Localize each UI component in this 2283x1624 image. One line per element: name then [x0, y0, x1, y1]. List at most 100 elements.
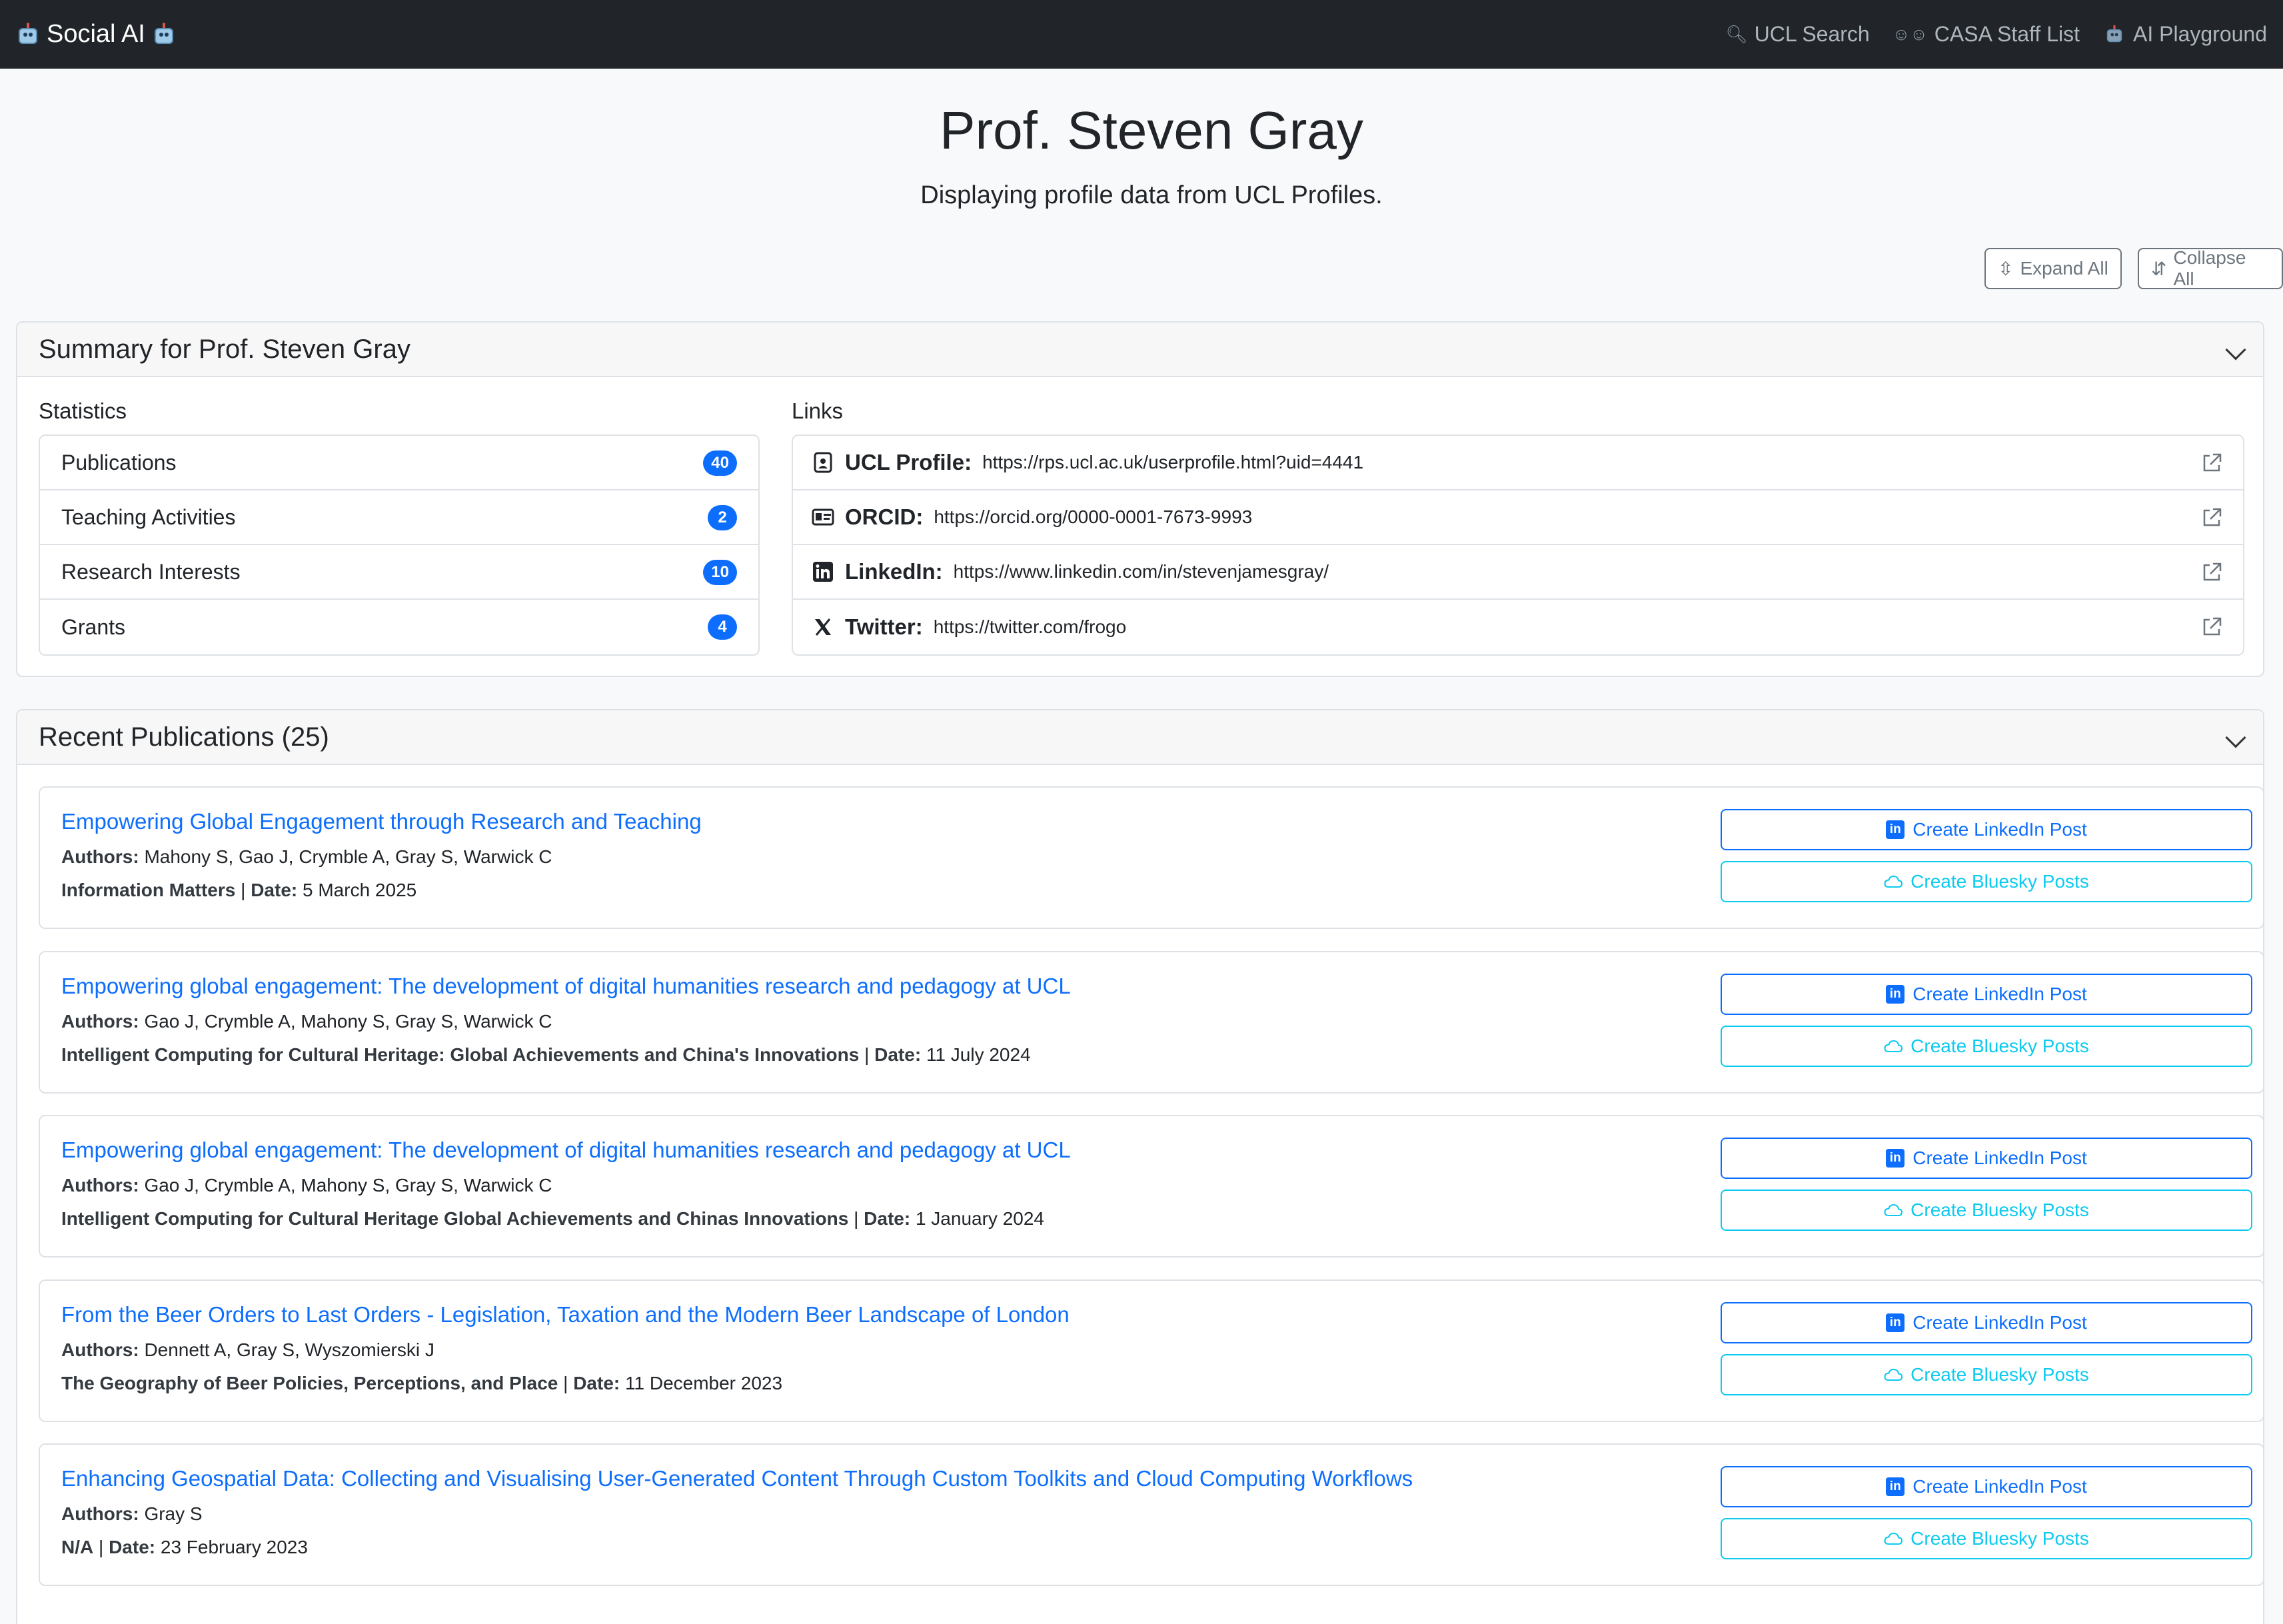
statistics-list: Publications 40 Teaching Activities 2 Re… [39, 434, 760, 656]
separator: | [99, 1537, 109, 1557]
publication-title[interactable]: Empowering Global Engagement through Res… [61, 809, 702, 834]
date-value: 1 January 2024 [915, 1208, 1044, 1229]
external-link-icon[interactable] [2200, 506, 2223, 529]
venue: Intelligent Computing for Cultural Herit… [61, 1044, 860, 1065]
expand-all-label: Expand All [2020, 258, 2108, 279]
authors-label: Authors: [61, 846, 139, 867]
publication-title[interactable]: Enhancing Geospatial Data: Collecting an… [61, 1466, 1413, 1491]
separator: | [241, 880, 251, 900]
date-value: 11 July 2024 [926, 1044, 1031, 1065]
external-link-icon[interactable] [2200, 452, 2223, 474]
chevron-down-icon[interactable] [2225, 339, 2246, 361]
nav-link-casa-staff-list[interactable]: ☺☺ CASA Staff List [1893, 22, 2080, 47]
date-value: 11 December 2023 [625, 1373, 783, 1393]
count-badge: 10 [703, 560, 737, 585]
link-label: Twitter: [845, 614, 923, 639]
date-value: 23 February 2023 [160, 1537, 308, 1557]
linkedin-icon: in [1886, 985, 1905, 1004]
links-label: Links [792, 399, 844, 423]
create-bluesky-posts-button[interactable]: Create Bluesky Posts [1721, 861, 2252, 902]
create-bluesky-posts-button[interactable]: Create Bluesky Posts [1721, 1518, 2252, 1559]
expand-all-button[interactable]: ⇳ Expand All [1984, 248, 2122, 289]
create-bluesky-posts-button[interactable]: Create Bluesky Posts [1721, 1026, 2252, 1067]
create-linkedin-post-button[interactable]: in Create LinkedIn Post [1721, 1466, 2252, 1507]
button-label: Create Bluesky Posts [1910, 1528, 2089, 1549]
date-label: Date: [864, 1208, 911, 1229]
external-link-icon[interactable] [2200, 561, 2223, 584]
summary-card-header[interactable]: Summary for Prof. Steven Gray [17, 323, 2263, 377]
brand[interactable]: Social AI [16, 20, 176, 49]
linkedin-icon: in [1886, 1477, 1905, 1496]
authors-label: Authors: [61, 1503, 139, 1524]
link-linkedin[interactable]: LinkedIn: https://www.linkedin.com/in/st… [793, 545, 2243, 600]
people-icon: ☺☺ [1892, 24, 1928, 44]
nav-links: 🔍︎ UCL Search ☺☺ CASA Staff List AI Play… [1726, 22, 2267, 47]
authors-value: Dennett A, Gray S, Wyszomierski J [144, 1339, 434, 1360]
id-card-icon [812, 506, 834, 528]
date-label: Date: [251, 880, 298, 900]
button-label: Create LinkedIn Post [1912, 1312, 2087, 1333]
external-link-icon[interactable] [2200, 616, 2223, 638]
publication-item: Enhancing Geospatial Data: Collecting an… [39, 1443, 2264, 1586]
create-bluesky-posts-button[interactable]: Create Bluesky Posts [1721, 1354, 2252, 1395]
robot-icon [2105, 25, 2124, 44]
stat-label: Grants [61, 614, 126, 639]
venue: Intelligent Computing for Cultural Herit… [61, 1208, 849, 1229]
count-badge: 2 [708, 505, 737, 530]
robot-icon [16, 22, 40, 47]
create-linkedin-post-button[interactable]: in Create LinkedIn Post [1721, 1302, 2252, 1343]
publication-title[interactable]: From the Beer Orders to Last Orders - Le… [61, 1302, 1070, 1327]
publication-item: Empowering Global Engagement through Res… [39, 786, 2264, 929]
id-badge-icon [812, 451, 834, 474]
create-linkedin-post-button[interactable]: in Create LinkedIn Post [1721, 809, 2252, 850]
date-label: Date: [109, 1537, 156, 1557]
authors-label: Authors: [61, 1339, 139, 1360]
collapse-all-button[interactable]: ⇵ Collapse All [2138, 247, 2283, 289]
create-bluesky-posts-button[interactable]: Create Bluesky Posts [1721, 1190, 2252, 1231]
create-linkedin-post-button[interactable]: in Create LinkedIn Post [1721, 1138, 2252, 1179]
link-twitter[interactable]: Twitter: https://twitter.com/frogo [793, 600, 2243, 654]
nav-link-label: AI Playground [2132, 22, 2267, 46]
link-orcid[interactable]: ORCID: https://orcid.org/0000-0001-7673-… [793, 490, 2243, 545]
publication-authors: Authors: Gao J, Crymble A, Mahony S, Gra… [61, 1175, 552, 1196]
page-subtitle: Displaying profile data from UCL Profile… [920, 181, 1383, 209]
expand-icon: ⇳ [1998, 258, 2014, 279]
cloud-icon [1884, 1532, 1903, 1545]
separator: | [563, 1373, 574, 1393]
collapse-icon: ⇵ [2151, 258, 2167, 279]
publication-authors: Authors: Gray S [61, 1503, 203, 1525]
stat-publications: Publications 40 [40, 436, 758, 490]
publication-meta: Intelligent Computing for Cultural Herit… [61, 1208, 1044, 1229]
authors-value: Mahony S, Gao J, Crymble A, Gray S, Warw… [144, 846, 552, 867]
chevron-down-icon[interactable] [2225, 727, 2246, 748]
link-ucl-profile[interactable]: UCL Profile: https://rps.ucl.ac.uk/userp… [793, 436, 2243, 490]
statistics-label: Statistics [39, 399, 127, 423]
count-badge: 40 [703, 450, 737, 476]
page-title: Prof. Steven Gray [940, 101, 1363, 160]
separator: | [864, 1044, 875, 1065]
create-linkedin-post-button[interactable]: in Create LinkedIn Post [1721, 974, 2252, 1015]
summary-card: Summary for Prof. Steven Gray Statistics… [16, 321, 2264, 677]
nav-link-ucl-search[interactable]: 🔍︎ UCL Search [1726, 22, 1870, 47]
link-url: https://www.linkedin.com/in/stevenjamesg… [953, 561, 1329, 582]
publication-item: Empowering global engagement: The develo… [39, 1115, 2264, 1257]
button-label: Create LinkedIn Post [1912, 1148, 2087, 1168]
publications-title: Recent Publications (25) [39, 722, 329, 752]
brand-label: Social AI [47, 20, 145, 48]
publication-title[interactable]: Empowering global engagement: The develo… [61, 974, 1071, 999]
date-value: 5 March 2025 [303, 880, 417, 900]
publication-title[interactable]: Empowering global engagement: The develo… [61, 1138, 1071, 1163]
link-label: UCL Profile: [845, 450, 972, 474]
stat-research-interests: Research Interests 10 [40, 545, 758, 600]
publication-authors: Authors: Gao J, Crymble A, Mahony S, Gra… [61, 1011, 552, 1032]
linkedin-icon: in [1886, 820, 1905, 839]
authors-value: Gray S [144, 1503, 203, 1524]
publications-card-header[interactable]: Recent Publications (25) [17, 710, 2263, 765]
nav-link-label: CASA Staff List [1934, 22, 2080, 46]
venue: The Geography of Beer Policies, Percepti… [61, 1373, 558, 1393]
link-label: LinkedIn: [845, 559, 943, 584]
button-label: Create LinkedIn Post [1912, 1476, 2087, 1497]
nav-link-ai-playground[interactable]: AI Playground [2102, 22, 2267, 47]
button-label: Create Bluesky Posts [1910, 1364, 2089, 1385]
button-label: Create LinkedIn Post [1912, 984, 2087, 1004]
